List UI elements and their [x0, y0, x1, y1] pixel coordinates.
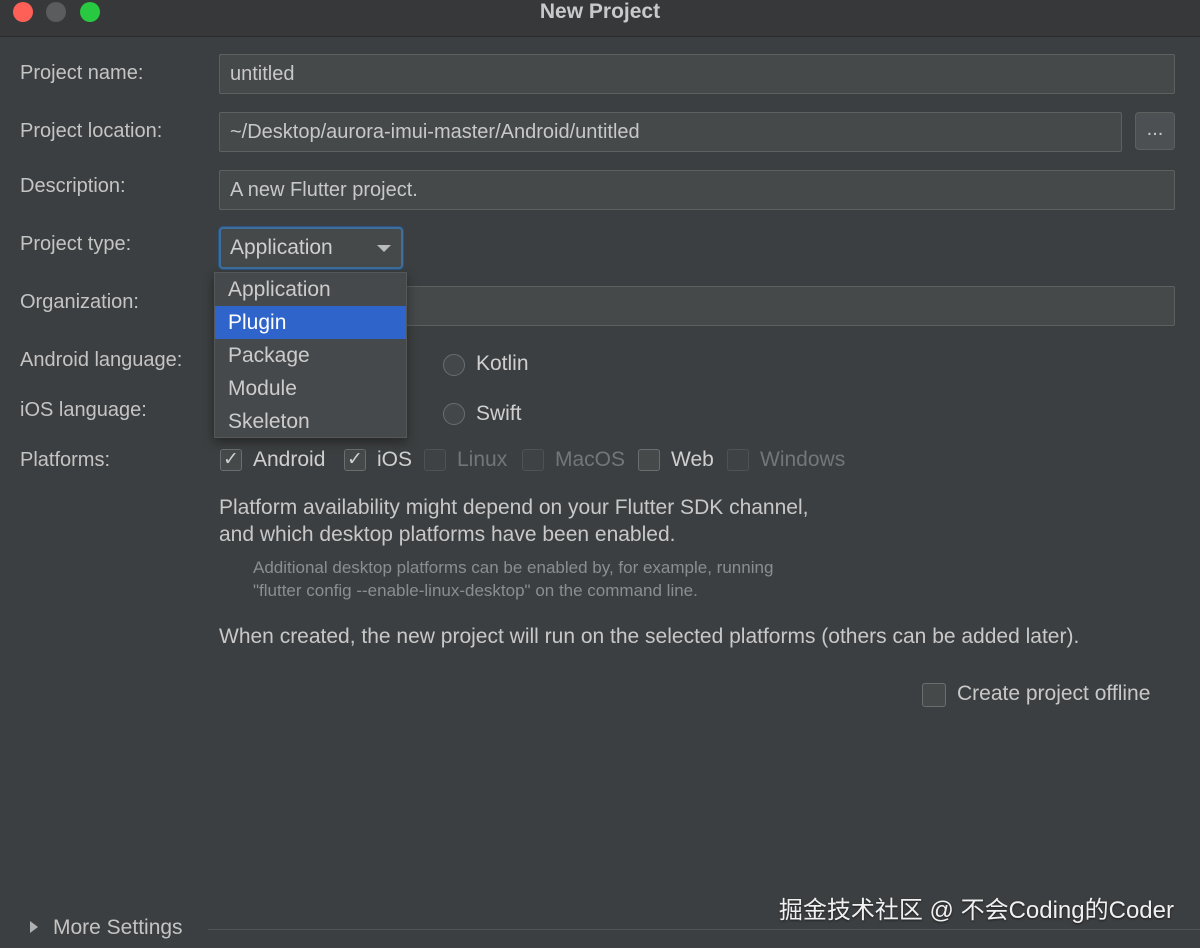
desktop-hint-text-2: "flutter config --enable-linux-desktop" … — [253, 581, 698, 600]
android-platform-checkbox[interactable]: ✓ — [220, 449, 242, 471]
android-platform-label: Android — [253, 448, 326, 471]
windows-platform-label: Windows — [760, 448, 846, 471]
created-note-text: When created, the new project will run o… — [219, 625, 1080, 648]
project-type-select[interactable]: Application — [219, 227, 403, 269]
linux-platform-label: Linux — [457, 448, 508, 471]
web-platform-checkbox[interactable] — [638, 449, 660, 471]
swift-radio[interactable] — [443, 403, 465, 425]
dropdown-option-module[interactable]: Module — [215, 372, 406, 405]
desktop-hint-text-1: Additional desktop platforms can be enab… — [253, 558, 774, 577]
macos-platform-checkbox[interactable] — [522, 449, 544, 471]
window-title: New Project — [539, 0, 661, 23]
ios-language-label: iOS language: — [20, 399, 147, 421]
more-settings-toggle[interactable]: More Settings — [53, 916, 183, 940]
browse-location-button[interactable]: ... — [1135, 112, 1175, 150]
more-settings-divider — [208, 929, 1200, 930]
expand-arrow-icon[interactable] — [30, 921, 38, 933]
dropdown-option-plugin[interactable]: Plugin — [215, 306, 406, 339]
description-label: Description: — [20, 175, 126, 197]
android-language-label: Android language: — [20, 349, 183, 371]
kotlin-radio[interactable] — [443, 354, 465, 376]
dropdown-option-application[interactable]: Application — [215, 273, 406, 306]
project-location-label: Project location: — [20, 120, 163, 142]
linux-platform-checkbox[interactable] — [424, 449, 446, 471]
watermark-text: 掘金技术社区 @ 不会Coding的Coder — [778, 897, 1174, 924]
macos-platform-label: MacOS — [555, 448, 626, 471]
project-type-label: Project type: — [20, 233, 132, 255]
organization-label: Organization: — [20, 291, 139, 313]
platform-availability-text-2: and which desktop platforms have been en… — [219, 523, 676, 546]
create-offline-checkbox[interactable] — [922, 683, 946, 707]
dropdown-option-package[interactable]: Package — [215, 339, 406, 372]
kotlin-radio-label: Kotlin — [476, 352, 529, 375]
platform-availability-text-1: Platform availability might depend on yo… — [219, 496, 809, 519]
project-location-input[interactable]: ~/Desktop/aurora-imui-master/Android/unt… — [219, 112, 1122, 152]
create-offline-label: Create project offline — [957, 682, 1151, 705]
swift-radio-label: Swift — [476, 402, 522, 425]
title-bar: New Project — [0, 0, 1200, 37]
platforms-label: Platforms: — [20, 449, 111, 471]
project-name-input[interactable]: untitled — [219, 54, 1175, 94]
dropdown-option-skeleton[interactable]: Skeleton — [215, 405, 406, 438]
web-platform-label: Web — [671, 448, 714, 471]
project-type-dropdown: Application Plugin Package Module Skelet… — [214, 272, 407, 438]
description-input[interactable]: A new Flutter project. — [219, 170, 1175, 210]
ios-platform-checkbox[interactable]: ✓ — [344, 449, 366, 471]
ios-platform-label: iOS — [377, 448, 413, 471]
project-name-label: Project name: — [20, 62, 144, 84]
project-type-value: Application — [230, 236, 333, 259]
windows-platform-checkbox[interactable] — [727, 449, 749, 471]
chevron-down-icon — [377, 245, 391, 252]
